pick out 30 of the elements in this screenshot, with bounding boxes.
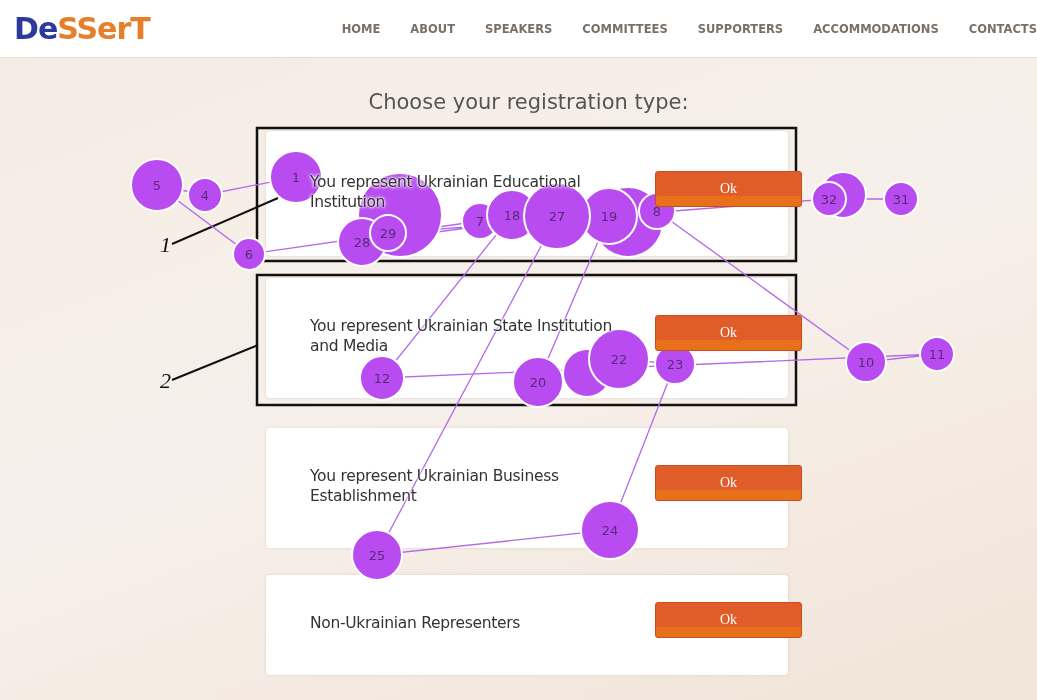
nav-link[interactable]: HOME	[341, 21, 381, 36]
registration-type-label: You represent Ukrainian Business Establishment	[310, 466, 560, 506]
ok-button[interactable]: Ok	[655, 602, 802, 638]
logo[interactable]: DeSSerT	[14, 11, 150, 46]
nav-link[interactable]: ACCOMMODATIONS	[813, 21, 939, 36]
nav-link[interactable]: SPEAKERS	[485, 21, 553, 36]
ok-button[interactable]: Ok	[655, 465, 802, 501]
fixation-marker: 12	[359, 355, 405, 401]
annotation-label: 1	[160, 232, 171, 257]
fixation-marker: 20	[512, 356, 564, 408]
fixation-marker: 8	[638, 192, 676, 230]
registration-type-label: Non-Ukrainian Representers	[310, 613, 521, 633]
fixation-marker: 24	[580, 500, 640, 560]
page-heading: Choose your registration type:	[367, 90, 690, 114]
nav-link[interactable]: SUPPORTERS	[697, 21, 784, 36]
nav-link[interactable]: ABOUT	[410, 21, 455, 36]
fixation-marker: 25	[351, 529, 403, 581]
fixation-marker: 29	[369, 214, 407, 252]
fixation-marker: 6	[232, 237, 266, 271]
fixation-marker: 31	[883, 181, 919, 217]
fixation-marker: 32	[811, 181, 847, 217]
annotation-label: 2	[160, 368, 171, 393]
nav-link[interactable]: COMMITTEES	[582, 21, 668, 36]
nav-link[interactable]: CONTACTS	[968, 21, 1037, 36]
fixation-marker: 5	[130, 158, 184, 212]
ok-button[interactable]: Ok	[655, 170, 802, 207]
fixation-marker: 4	[187, 177, 223, 213]
ok-button[interactable]: Ok	[655, 315, 802, 351]
fixation-marker: 11	[919, 336, 955, 372]
fixation-marker: 10	[845, 341, 887, 383]
